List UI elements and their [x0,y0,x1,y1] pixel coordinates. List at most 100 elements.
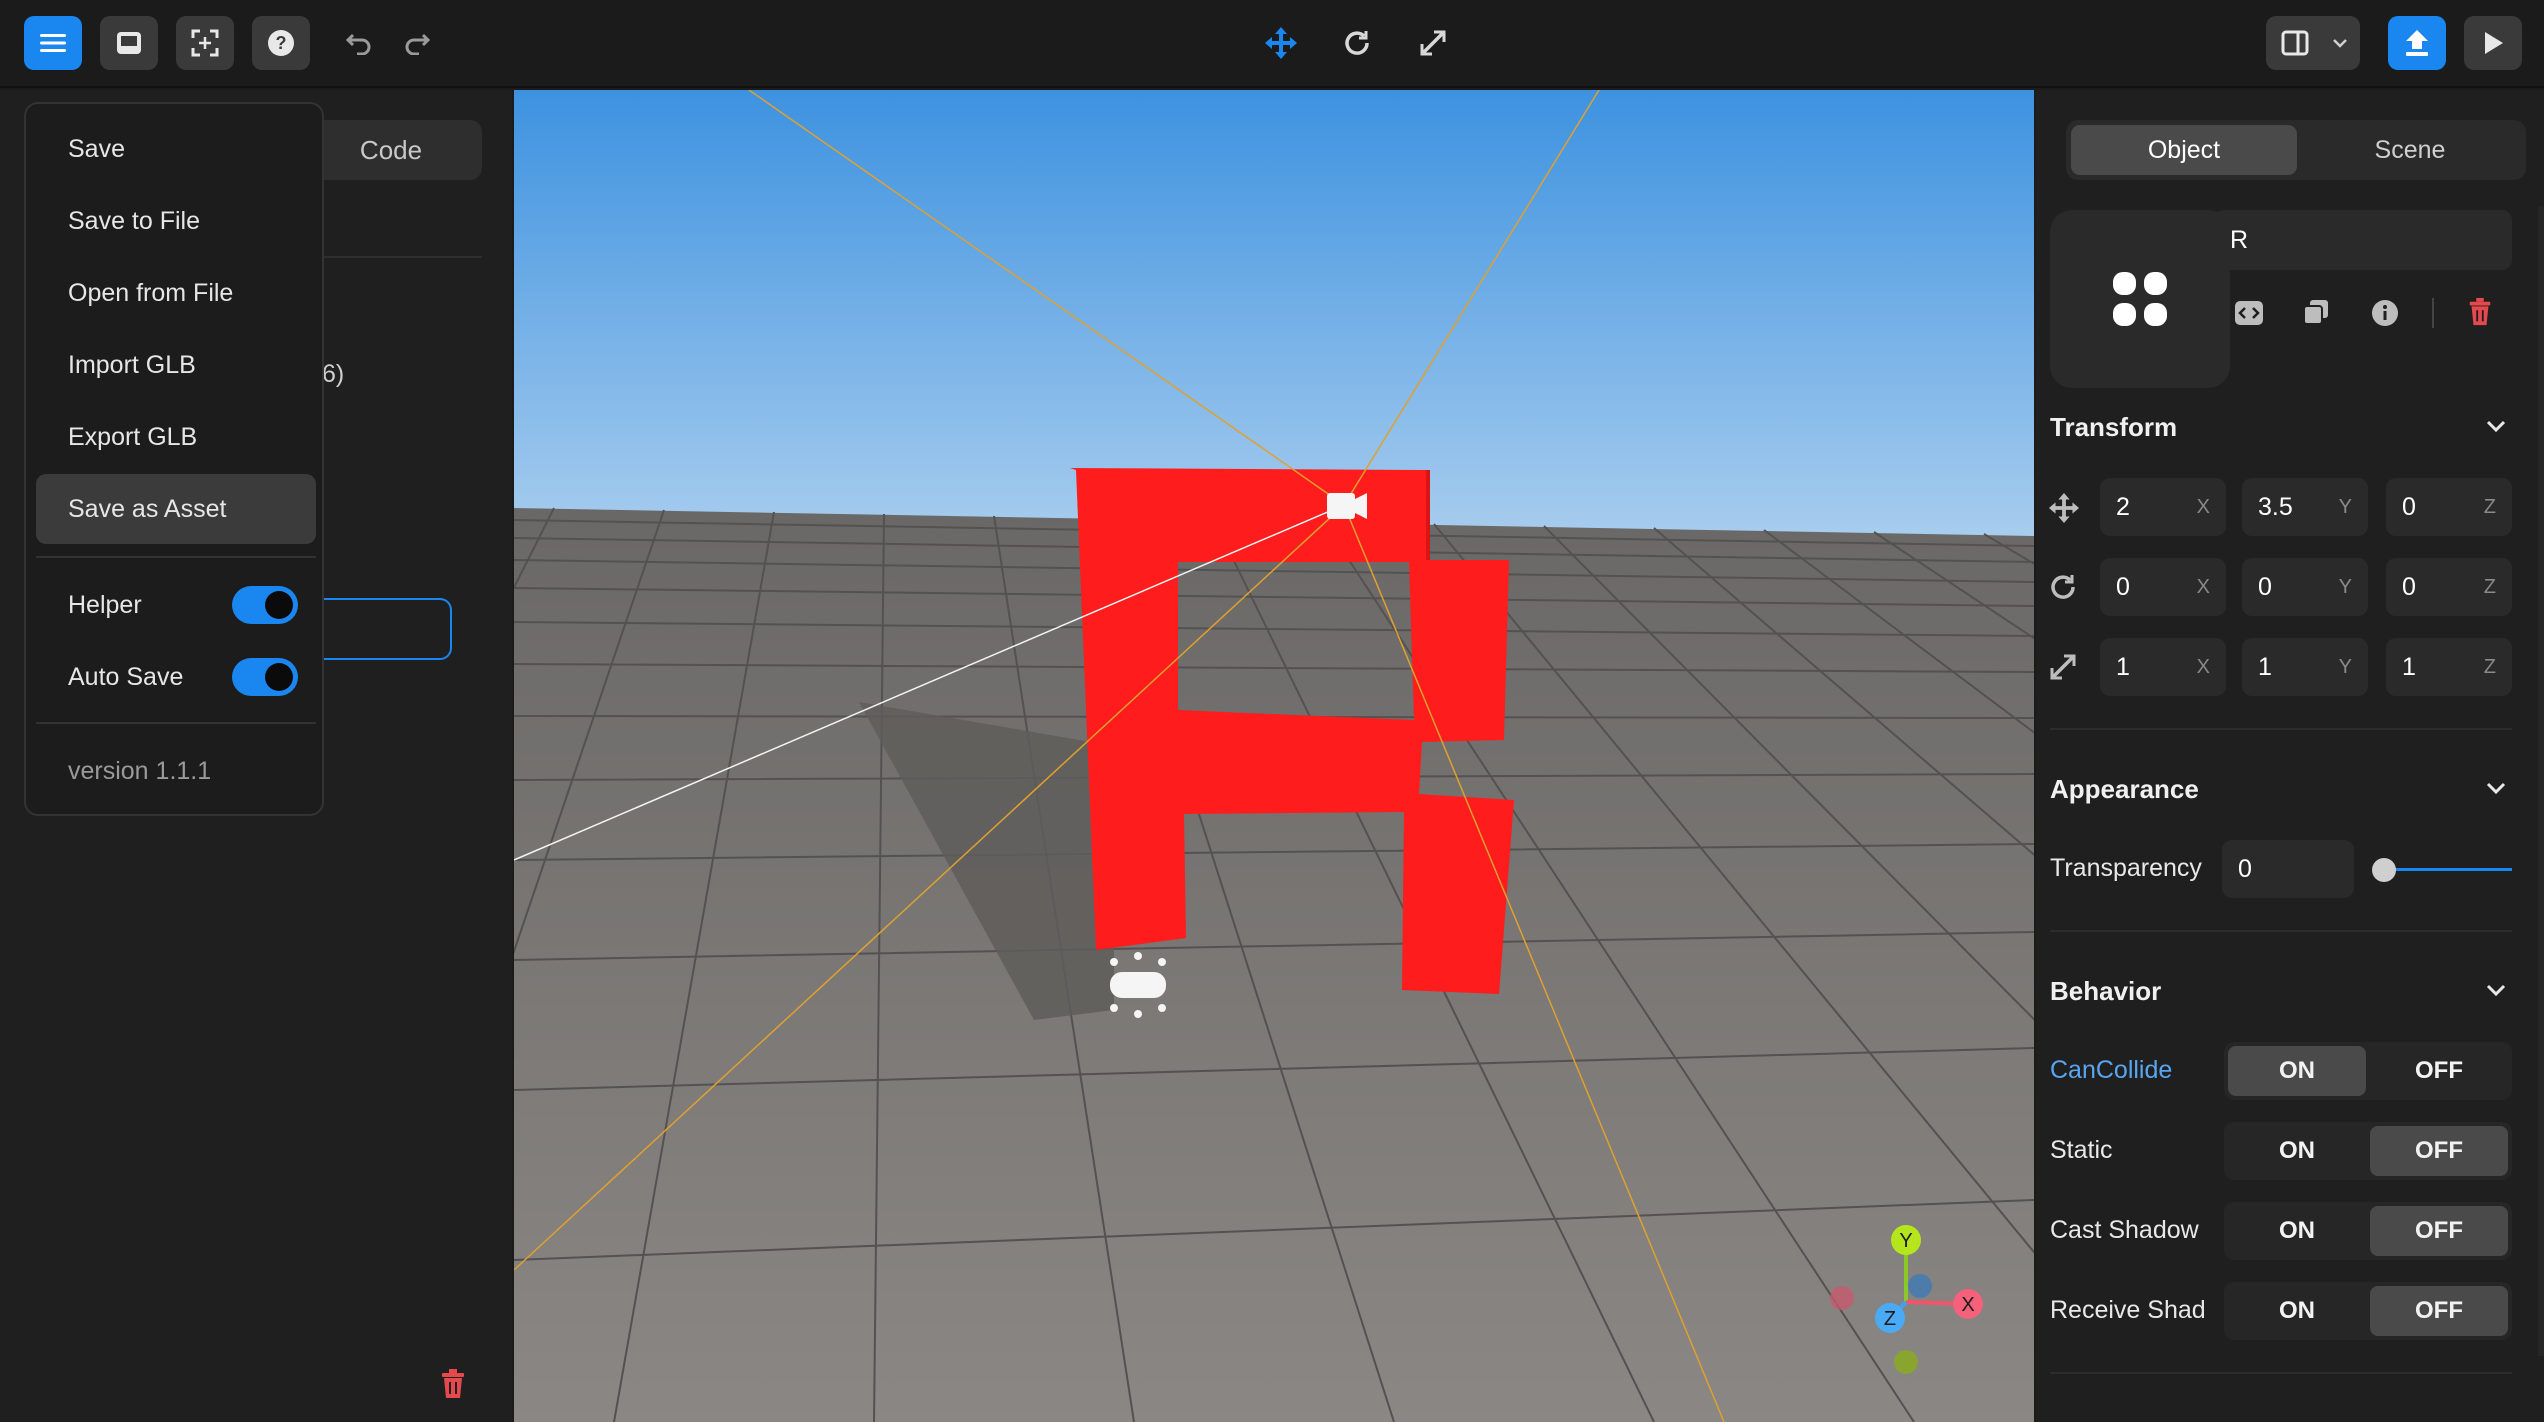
camera-helper-icon[interactable] [1327,493,1367,519]
menu-item-import-glb[interactable]: Import GLB [36,330,316,400]
transform-title: Transform [2050,412,2178,442]
3d-viewport[interactable]: Y X Z [514,90,2034,1422]
rotation-x-input[interactable]: 0X [2100,558,2226,616]
focus-button[interactable] [176,16,234,70]
receive-shadow-label: Receive Shad [2050,1296,2206,1324]
helper-toggle[interactable] [232,586,298,624]
menu-button[interactable] [24,16,82,70]
menu-item-helper[interactable]: Helper [36,570,316,640]
cast-shadow-on-button[interactable]: ON [2228,1206,2366,1256]
delete-object-icon[interactable] [2466,296,2494,328]
menu-item-open-from-file[interactable]: Open from File [36,258,316,328]
behavior-title: Behavior [2050,976,2162,1006]
transparency-slider-thumb[interactable] [2372,858,2396,882]
object-name-input[interactable] [2214,210,2512,270]
cancollide-on-button[interactable]: ON [2228,1046,2366,1096]
undo-button[interactable] [330,16,388,70]
code-icon[interactable] [2234,300,2264,326]
move-tool-button[interactable] [1252,16,1310,70]
static-on-button[interactable]: ON [2228,1126,2366,1176]
panel-toggle-button[interactable] [100,16,158,70]
static-toggle: ON OFF [2224,1122,2512,1180]
cast-shadow-toggle: ON OFF [2224,1202,2512,1260]
move-icon [1265,27,1297,59]
position-x-input[interactable]: 2X [2100,478,2226,536]
info-icon[interactable] [2370,298,2400,328]
divider [2050,1372,2512,1374]
scrollbar[interactable] [2538,206,2544,1356]
publish-button[interactable] [2388,16,2446,70]
appearance-chevron-icon[interactable] [2486,782,2506,794]
auto-save-toggle[interactable] [232,658,298,696]
auto-save-label: Auto Save [68,662,184,691]
trash-icon[interactable] [438,1368,468,1400]
position-y-input[interactable]: 3.5 Y [2242,478,2368,536]
rotation-icon [2051,575,2075,599]
menu-item-save-to-file[interactable]: Save to File [36,186,316,256]
receive-shadow-toggle: ON OFF [2224,1282,2512,1340]
position-z-input[interactable]: 0Z [2386,478,2512,536]
transparency-label: Transparency [2050,854,2202,882]
focus-icon [191,29,219,57]
transform-chevron-icon[interactable] [2486,420,2506,432]
rotate-icon [1345,31,1369,55]
help-button[interactable]: ? [252,16,310,70]
divider [2050,930,2512,932]
scene-canvas[interactable]: Y X Z [514,90,2034,1422]
layout-button[interactable] [2266,16,2360,70]
object-scene-tabs: Object Scene [2066,120,2526,180]
tab-code[interactable]: Code [300,120,482,180]
cast-shadow-off-button[interactable]: OFF [2370,1206,2508,1256]
redo-icon [405,33,431,55]
duplicate-icon[interactable] [2302,298,2330,326]
apps-icon [2113,272,2167,326]
help-icon: ? [268,30,294,56]
tab-scene[interactable]: Scene [2297,125,2523,175]
static-off-button[interactable]: OFF [2370,1126,2508,1176]
chevron-down-icon[interactable] [2332,38,2348,48]
scale-icon [2050,654,2076,680]
partial-text: 6) [322,360,345,388]
transparency-input[interactable]: 0 [2222,840,2354,898]
menu-separator [36,722,316,724]
appearance-title: Appearance [2050,774,2199,804]
receive-shadow-off-button[interactable]: OFF [2370,1286,2508,1336]
scale-icon [1420,30,1446,56]
redo-button[interactable] [388,16,446,70]
upload-icon [2406,30,2428,56]
static-label: Static [2050,1136,2113,1164]
undo-icon [345,33,371,55]
divider [2432,298,2434,328]
cast-shadow-label: Cast Shadow [2050,1216,2199,1244]
cancollide-label: CanCollide [2050,1056,2173,1084]
play-icon [2485,32,2503,54]
cancollide-off-button[interactable]: OFF [2370,1046,2508,1096]
position-icon [2048,492,2080,524]
menu-separator [36,556,316,558]
helper-label: Helper [68,590,142,619]
version-label: version 1.1.1 [68,756,212,785]
scale-y-input[interactable]: 1Y [2242,638,2368,696]
receive-shadow-on-button[interactable]: ON [2228,1286,2366,1336]
menu-item-save-as-asset[interactable]: Save as Asset [36,474,316,544]
scale-tool-button[interactable] [1404,16,1462,70]
hamburger-icon [40,34,66,52]
divider [2050,728,2512,730]
top-toolbar: ? [0,0,2544,88]
rotate-tool-button[interactable] [1328,16,1386,70]
behavior-chevron-icon[interactable] [2486,984,2506,996]
menu-item-save[interactable]: Save [36,114,316,184]
divider [300,256,482,258]
rotation-z-input[interactable]: 0Z [2386,558,2512,616]
scale-z-input[interactable]: 1Z [2386,638,2512,696]
menu-item-auto-save[interactable]: Auto Save [36,642,316,712]
scale-x-input[interactable]: 1X [2100,638,2226,696]
layout-icon [2281,30,2309,56]
cancollide-toggle: ON OFF [2224,1042,2512,1100]
transparency-slider[interactable] [2382,868,2512,871]
axis-z-label: Z [1884,1308,1896,1330]
rotation-y-input[interactable]: 0Y [2242,558,2368,616]
menu-item-export-glb[interactable]: Export GLB [36,402,316,472]
play-button[interactable] [2464,16,2522,70]
tab-object[interactable]: Object [2071,125,2297,175]
